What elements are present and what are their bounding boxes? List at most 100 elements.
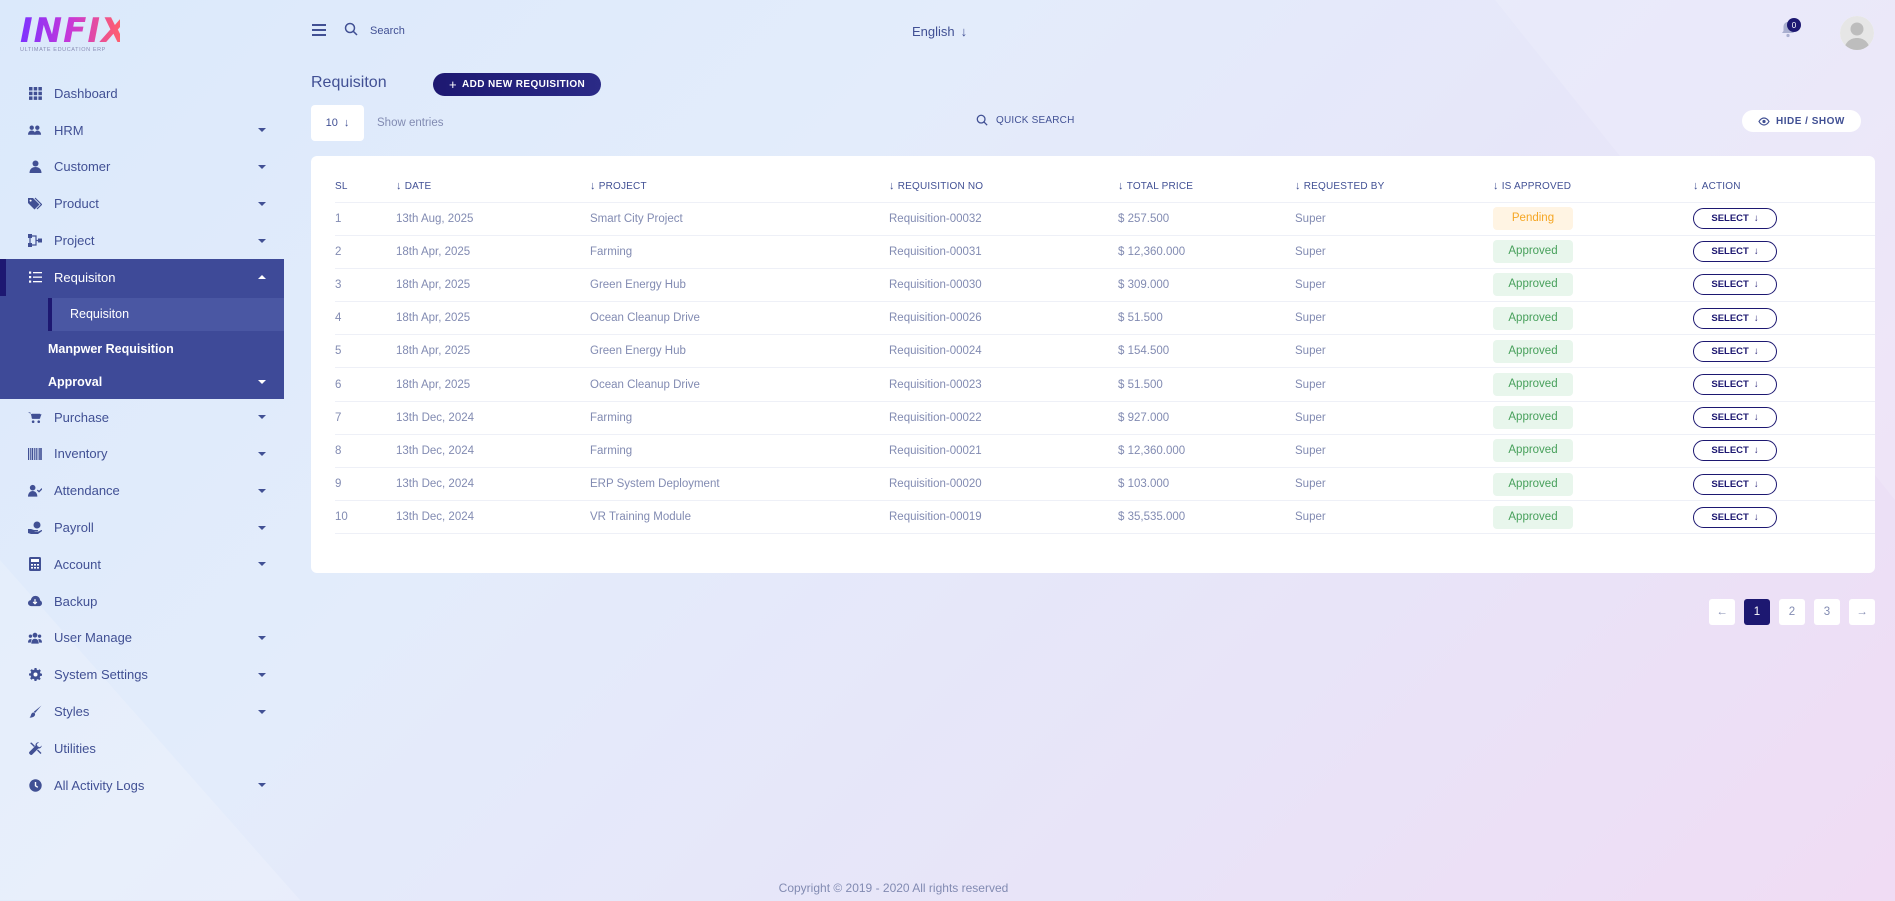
sidebar-item-label: Purchase bbox=[54, 409, 109, 425]
cell-requested-by: Super bbox=[1295, 434, 1493, 469]
topbar: English ↓ 0 bbox=[310, 12, 1880, 52]
sidebar-item-attendance[interactable]: Attendance bbox=[0, 472, 284, 509]
status-badge: Approved bbox=[1493, 373, 1573, 397]
quick-search[interactable]: QUICK SEARCH bbox=[976, 114, 1075, 126]
select-action-button[interactable]: SELECT ↓ bbox=[1693, 374, 1777, 396]
notification-badge: 0 bbox=[1787, 18, 1801, 32]
sidebar-item-inventory[interactable]: Inventory bbox=[0, 436, 284, 473]
arrow-down-icon: ↓ bbox=[1753, 213, 1759, 225]
footer: Copyright © 2019 - 2020 All rights reser… bbox=[0, 881, 1895, 895]
avatar[interactable] bbox=[1840, 16, 1874, 50]
column-header-label: IS APPROVED bbox=[1501, 181, 1572, 193]
prev-page-button[interactable]: ← bbox=[1709, 599, 1735, 625]
sidebar-subitem-approval[interactable]: Approval bbox=[0, 366, 284, 399]
logo-subtitle: ULTIMATE EDUCATION ERP bbox=[20, 47, 106, 53]
cell-sl: 5 bbox=[335, 334, 396, 369]
sidebar-item-purchase[interactable]: Purchase bbox=[0, 399, 284, 436]
page-button-2[interactable]: 2 bbox=[1779, 599, 1805, 625]
sidebar-item-payroll[interactable]: Payroll bbox=[0, 509, 284, 546]
select-action-button[interactable]: SELECT ↓ bbox=[1693, 473, 1777, 495]
sidebar-item-project[interactable]: Project bbox=[0, 222, 284, 259]
sidebar-item-system-settings[interactable]: System Settings bbox=[0, 656, 284, 693]
sidebar-item-account[interactable]: Account bbox=[0, 546, 284, 583]
arrow-right-icon: → bbox=[1856, 606, 1868, 618]
cell-project: VR Training Module bbox=[590, 500, 889, 535]
select-action-button[interactable]: SELECT ↓ bbox=[1693, 440, 1777, 462]
cell-requested-by: Super bbox=[1295, 500, 1493, 535]
select-action-button[interactable]: SELECT ↓ bbox=[1693, 407, 1777, 429]
sidebar-item-user-manage[interactable]: User Manage bbox=[0, 620, 284, 657]
caret-down-icon bbox=[258, 415, 266, 420]
sidebar-subitem-requisiton[interactable]: Requisiton bbox=[48, 297, 284, 331]
logo[interactable]: INFIX ULTIMATE EDUCATION ERP bbox=[20, 14, 127, 56]
column-header-requested-by[interactable]: ↓ REQUESTED BY bbox=[1295, 171, 1493, 203]
language-label: English bbox=[912, 24, 955, 39]
brush-icon bbox=[28, 705, 42, 719]
cell-project: Green Energy Hub bbox=[590, 268, 889, 303]
cell-date: 13th Dec, 2024 bbox=[396, 467, 590, 502]
cell-project: Smart City Project bbox=[590, 202, 889, 236]
sidebar-item-label: Payroll bbox=[54, 520, 94, 536]
column-header-action[interactable]: ↓ ACTION bbox=[1693, 171, 1875, 203]
sidebar-item-product[interactable]: Product bbox=[0, 185, 284, 222]
cell-is-approved: Approved bbox=[1493, 367, 1693, 402]
page-button-3[interactable]: 3 bbox=[1814, 599, 1840, 625]
sidebar-subitem-manpwer-requisition[interactable]: Manpwer Requisition bbox=[0, 333, 284, 366]
hide-show-button[interactable]: HIDE / SHOW bbox=[1742, 110, 1861, 132]
column-header-sl[interactable]: SL bbox=[335, 171, 396, 203]
column-header-date[interactable]: ↓ DATE bbox=[396, 171, 590, 203]
sidebar-item-label: System Settings bbox=[54, 667, 148, 683]
select-action-button[interactable]: SELECT ↓ bbox=[1693, 241, 1777, 263]
select-action-button[interactable]: SELECT ↓ bbox=[1693, 506, 1777, 528]
add-requisition-button[interactable]: + ADD NEW REQUISITION bbox=[433, 73, 602, 96]
sidebar-item-customer[interactable]: Customer bbox=[0, 149, 284, 186]
select-label: SELECT bbox=[1711, 345, 1749, 357]
next-page-button[interactable]: → bbox=[1849, 599, 1875, 625]
search-input[interactable] bbox=[370, 20, 570, 42]
column-header-label: DATE bbox=[404, 181, 432, 193]
column-header-label: TOTAL PRICE bbox=[1126, 181, 1194, 193]
caret-down-icon bbox=[258, 128, 266, 133]
caret-down-icon bbox=[258, 672, 266, 677]
caret-up-icon bbox=[258, 275, 266, 280]
language-select[interactable]: English ↓ bbox=[912, 24, 967, 39]
cell-is-approved: Approved bbox=[1493, 268, 1693, 303]
column-header-total-price[interactable]: ↓ TOTAL PRICE bbox=[1118, 171, 1295, 203]
cell-sl: 10 bbox=[335, 500, 396, 535]
caret-down-icon bbox=[258, 635, 266, 640]
column-header-project[interactable]: ↓ PROJECT bbox=[590, 171, 889, 203]
cell-date: 18th Apr, 2025 bbox=[396, 301, 590, 336]
entries-select[interactable]: 10 ↓ bbox=[311, 105, 364, 141]
select-action-button[interactable]: SELECT ↓ bbox=[1693, 274, 1777, 296]
sidebar-item-hrm[interactable]: HRM bbox=[0, 112, 284, 149]
sidebar-item-label: Account bbox=[54, 556, 101, 572]
cell-total-price: $ 51.500 bbox=[1118, 367, 1295, 402]
sidebar-item-styles[interactable]: Styles bbox=[0, 693, 284, 730]
page-button-1[interactable]: 1 bbox=[1744, 599, 1770, 625]
cell-project: Ocean Cleanup Drive bbox=[590, 301, 889, 336]
column-header-is-approved[interactable]: ↓ IS APPROVED bbox=[1493, 171, 1693, 203]
calculator-icon bbox=[28, 557, 42, 572]
cloud-download-icon bbox=[28, 594, 42, 608]
sidebar-item-all-activity-logs[interactable]: All Activity Logs bbox=[0, 767, 284, 804]
cell-project: Green Energy Hub bbox=[590, 334, 889, 369]
sidebar-item-backup[interactable]: Backup bbox=[0, 583, 284, 620]
cell-requested-by: Super bbox=[1295, 367, 1493, 402]
select-action-button[interactable]: SELECT ↓ bbox=[1693, 307, 1777, 329]
plus-icon: + bbox=[449, 77, 457, 92]
select-action-button[interactable]: SELECT ↓ bbox=[1693, 340, 1777, 362]
cell-requisition-no: Requisition-00023 bbox=[889, 367, 1118, 402]
select-action-button[interactable]: SELECT ↓ bbox=[1693, 208, 1777, 230]
sidebar-item-dashboard[interactable]: Dashboard bbox=[0, 75, 284, 112]
cell-sl: 3 bbox=[335, 268, 396, 303]
cell-sl: 9 bbox=[335, 467, 396, 502]
sidebar-item-label: Requisiton bbox=[54, 269, 116, 285]
sidebar-item-label: Styles bbox=[54, 704, 90, 720]
sidebar-item-utilities[interactable]: Utilities bbox=[0, 730, 284, 767]
status-badge: Approved bbox=[1493, 406, 1573, 430]
column-header-requisition-no[interactable]: ↓ REQUISITION NO bbox=[889, 171, 1118, 203]
select-label: SELECT bbox=[1711, 213, 1749, 225]
cell-date: 18th Apr, 2025 bbox=[396, 268, 590, 303]
menu-toggle-icon[interactable] bbox=[312, 24, 326, 36]
sidebar-item-requisiton[interactable]: Requisiton bbox=[0, 258, 284, 296]
